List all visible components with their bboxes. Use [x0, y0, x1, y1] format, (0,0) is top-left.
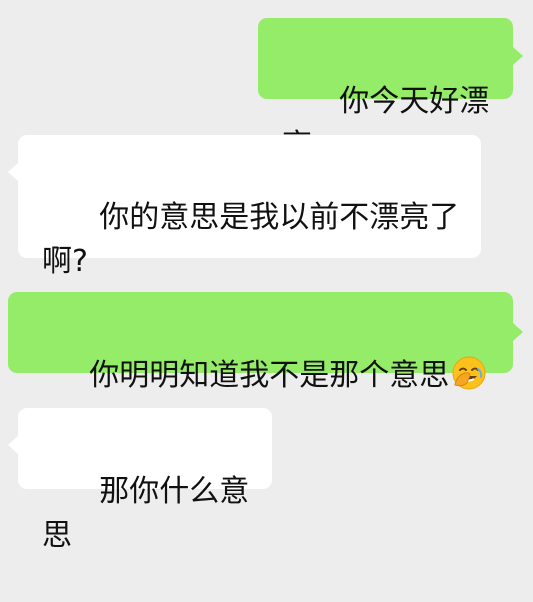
- message-text: 你明明知道我不是那个意思: [89, 358, 450, 393]
- bubble-tail: [513, 47, 523, 65]
- message-bubble[interactable]: 你今天好漂亮: [258, 18, 513, 163]
- bubble-tail: [513, 323, 523, 341]
- bubble-tail: [8, 163, 18, 181]
- message-bubble[interactable]: 你的意思是我以前不漂亮了 啊?: [18, 135, 481, 279]
- face-palm-laughing-icon: [451, 355, 487, 391]
- bubble-tail: [8, 436, 18, 454]
- message-bubble[interactable]: 那你什么意思: [18, 408, 272, 553]
- message-text: 你的意思是我以前不漂亮了 啊?: [42, 200, 460, 279]
- message-bubble[interactable]: 你明明知道我不是那个意思: [8, 292, 513, 393]
- chat-conversation: 你今天好漂亮 你的意思是我以前不漂亮了 啊? 你明明知道我不是那个意思: [0, 0, 533, 553]
- message-text: 那你什么意思: [42, 474, 250, 553]
